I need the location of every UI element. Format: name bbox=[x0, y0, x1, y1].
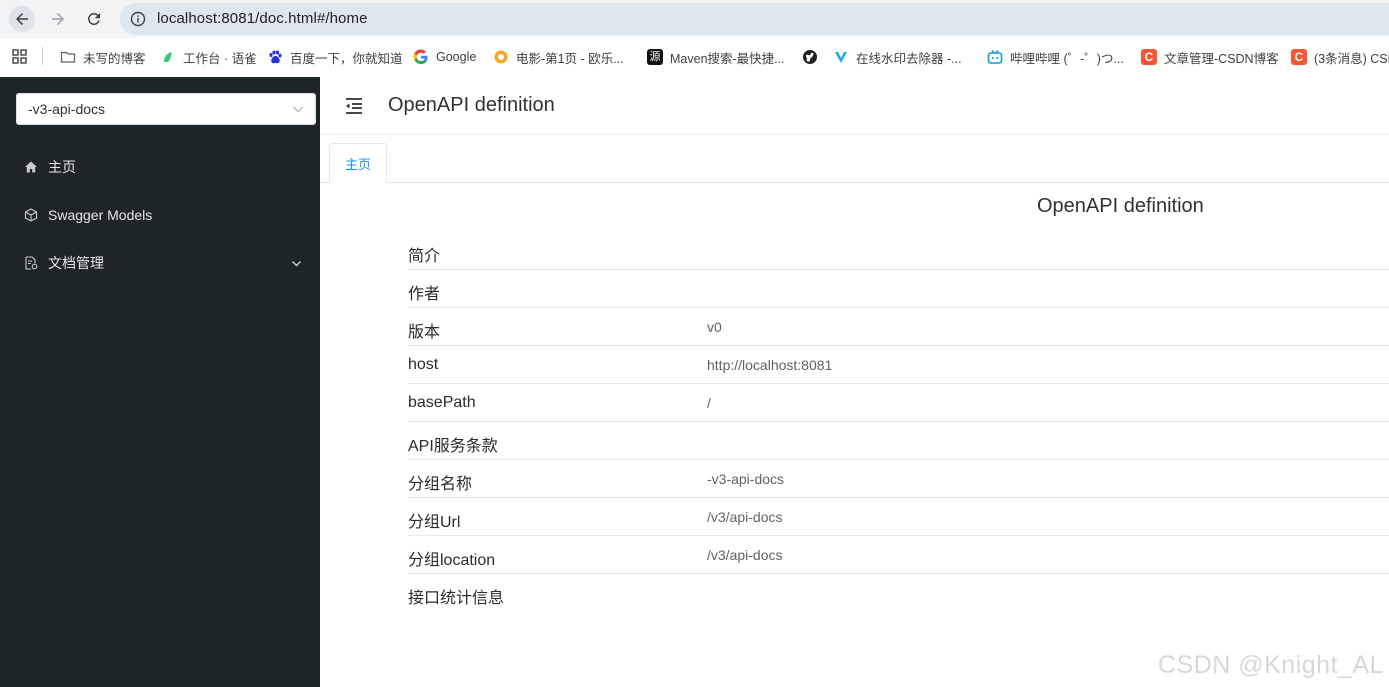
reload-button[interactable] bbox=[81, 6, 107, 32]
table-row: basePath / bbox=[408, 384, 1389, 422]
table-row: 分组名称 -v3-api-docs bbox=[408, 460, 1389, 498]
bookmark-item[interactable]: C 文章管理-CSDN博客 bbox=[1141, 47, 1279, 67]
url-text[interactable]: localhost:8081/doc.html#/home bbox=[157, 10, 368, 27]
bookmark-label: 工作台 · 语雀 bbox=[183, 51, 257, 66]
google-g-icon bbox=[413, 49, 428, 64]
bookmark-item[interactable]: 未写的博客 bbox=[60, 47, 146, 67]
bookmark-item[interactable]: C (3条消息) CSD bbox=[1291, 47, 1389, 67]
info-key: 分组Url bbox=[408, 514, 461, 531]
forward-button[interactable] bbox=[45, 6, 71, 32]
address-bar[interactable]: localhost:8081/doc.html#/home bbox=[120, 3, 1389, 35]
table-row: API服务条款 bbox=[408, 422, 1389, 460]
info-key: 分组location bbox=[408, 552, 496, 569]
csdn-c-icon: C bbox=[1291, 49, 1307, 65]
bookmark-label: 哔哩哔哩 (゜-゜)つ... bbox=[1010, 51, 1124, 66]
bookmark-label: (3条消息) CSD bbox=[1314, 51, 1389, 66]
bookmark-label: Maven搜索-最快捷... bbox=[670, 51, 785, 66]
info-value: /v3/api-docs bbox=[707, 509, 783, 525]
info-value: / bbox=[707, 395, 711, 411]
table-row: host http://localhost:8081 bbox=[408, 346, 1389, 384]
table-row: 作者 bbox=[408, 270, 1389, 308]
bookmark-label: Google bbox=[436, 50, 477, 64]
menu-fold-icon[interactable] bbox=[344, 96, 364, 116]
sidebar-item-label: 文档管理 bbox=[48, 255, 104, 271]
info-key: 分组名称 bbox=[408, 476, 473, 493]
chevron-down-icon bbox=[293, 106, 303, 113]
tab-bar: 主页 bbox=[320, 135, 1389, 183]
info-key: 作者 bbox=[408, 286, 441, 303]
sidebar-item-label: Swagger Models bbox=[48, 207, 153, 223]
bookmark-item[interactable]: 在线水印去除器 -... bbox=[833, 47, 962, 67]
arrow-right-icon bbox=[52, 13, 64, 25]
folder-icon bbox=[60, 51, 76, 63]
info-key: 简介 bbox=[408, 248, 441, 265]
info-key: 接口统计信息 bbox=[408, 590, 505, 607]
browser-toolbar: localhost:8081/doc.html#/home bbox=[0, 0, 1389, 38]
table-row: 接口统计信息 bbox=[408, 574, 1389, 612]
baidu-paw-icon bbox=[269, 50, 282, 64]
doc-title: OpenAPI definition bbox=[1037, 195, 1204, 217]
bookmark-item[interactable]: 百度一下，你就知道 bbox=[267, 47, 403, 67]
page-header: OpenAPI definition bbox=[320, 77, 1389, 135]
knife4j-app: -v3-api-docs 主页 Swagger Models 文档管理 Open… bbox=[0, 77, 1389, 687]
back-button[interactable] bbox=[9, 6, 35, 32]
bookmarks-divider bbox=[42, 47, 43, 65]
apps-grid-icon[interactable] bbox=[12, 49, 28, 65]
info-key: API服务条款 bbox=[408, 438, 498, 455]
chevron-down-icon bbox=[291, 260, 302, 267]
bookmark-item[interactable]: Google bbox=[413, 47, 476, 67]
tab-home[interactable]: 主页 bbox=[329, 143, 387, 183]
table-row: 分组Url /v3/api-docs bbox=[408, 498, 1389, 536]
bilibili-tv-icon bbox=[987, 50, 1003, 64]
reload-icon bbox=[88, 12, 100, 25]
bookmark-item[interactable]: 电影-第1页 - 欧乐... bbox=[493, 47, 624, 67]
info-key: 版本 bbox=[408, 324, 441, 341]
info-value: -v3-api-docs bbox=[707, 471, 785, 487]
bookmark-item[interactable]: 源 Maven搜索-最快捷... bbox=[647, 47, 785, 67]
group-select[interactable]: -v3-api-docs bbox=[16, 93, 316, 125]
bookmark-label: 百度一下，你就知道 bbox=[290, 51, 403, 66]
bookmark-label: 文章管理-CSDN博客 bbox=[1164, 51, 1279, 66]
arrow-left-icon bbox=[16, 13, 28, 25]
group-select-value: -v3-api-docs bbox=[28, 101, 106, 117]
page-title: OpenAPI definition bbox=[388, 94, 555, 116]
table-row: 简介 bbox=[408, 232, 1389, 270]
info-key: host bbox=[408, 356, 439, 373]
info-value: /v3/api-docs bbox=[707, 547, 783, 563]
sidebar-item-swagger-models[interactable]: Swagger Models bbox=[0, 191, 320, 239]
yuque-icon bbox=[164, 52, 172, 62]
bookmark-label: 未写的博客 bbox=[83, 51, 146, 66]
sidebar-item-doc-management[interactable]: 文档管理 bbox=[0, 239, 320, 287]
bookmark-item[interactable] bbox=[802, 47, 825, 67]
yuan-icon: 源 bbox=[647, 49, 663, 65]
info-value: v0 bbox=[707, 319, 722, 335]
main-content: OpenAPI definition 主页 OpenAPI definition… bbox=[320, 77, 1389, 687]
csdn-watermark: CSDN @Knight_AL bbox=[1157, 651, 1384, 679]
bookmark-item[interactable]: 工作台 · 语雀 bbox=[160, 47, 257, 67]
bookmark-item[interactable]: 哔哩哔哩 (゜-゜)つ... bbox=[987, 47, 1124, 67]
watermark-remover-icon bbox=[835, 52, 847, 63]
api-info-table: 简介 作者 版本 v0 host http://localhost:8081 b… bbox=[408, 232, 1389, 612]
sidebar-item-home[interactable]: 主页 bbox=[0, 143, 320, 191]
bookmark-label: 电影-第1页 - 欧乐... bbox=[516, 51, 624, 66]
info-key: basePath bbox=[408, 394, 476, 411]
movie-site-icon bbox=[494, 50, 508, 64]
bookmark-label: 在线水印去除器 -... bbox=[856, 51, 962, 66]
cube-icon bbox=[24, 208, 38, 222]
sidebar-item-label: 主页 bbox=[48, 159, 76, 175]
sidebar: -v3-api-docs 主页 Swagger Models 文档管理 bbox=[0, 77, 320, 687]
document-gear-icon bbox=[25, 256, 38, 270]
tab-label: 主页 bbox=[344, 156, 371, 172]
table-row: 版本 v0 bbox=[408, 308, 1389, 346]
csdn-c-icon: C bbox=[1141, 49, 1157, 65]
site-info-icon[interactable] bbox=[130, 11, 146, 27]
home-icon bbox=[25, 161, 37, 173]
table-row: 分组location /v3/api-docs bbox=[408, 536, 1389, 574]
globe-icon bbox=[803, 50, 817, 64]
browser-chrome: localhost:8081/doc.html#/home 未写的博客 工作台 … bbox=[0, 0, 1389, 77]
bookmarks-bar: 未写的博客 工作台 · 语雀 百度一下，你就知道 Google 电影-第1页 -… bbox=[0, 42, 1389, 72]
info-value: http://localhost:8081 bbox=[707, 357, 833, 373]
